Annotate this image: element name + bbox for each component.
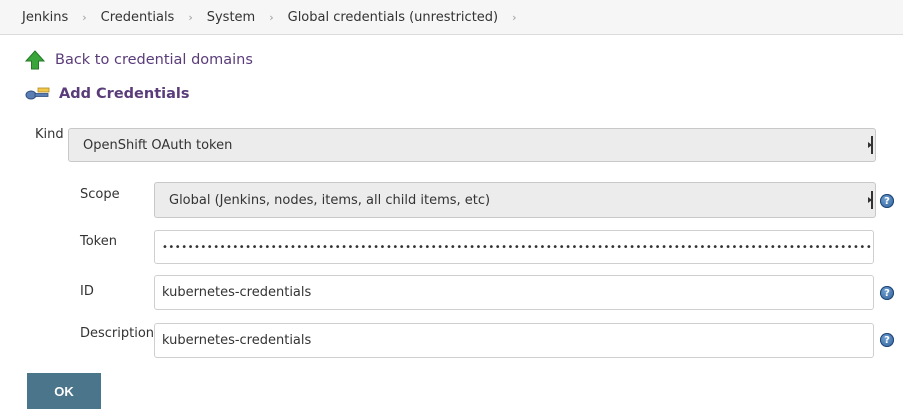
token-label: Token (80, 234, 117, 249)
id-value: kubernetes-credentials (162, 285, 312, 300)
breadcrumb: Jenkins › Credentials › System › Global … (0, 0, 903, 35)
id-label: ID (80, 284, 94, 299)
breadcrumb-item-jenkins[interactable]: Jenkins › (22, 10, 101, 25)
breadcrumb-item-global-credentials[interactable]: Global credentials (unrestricted) › (288, 10, 531, 25)
dropdown-caret-icon (868, 136, 873, 154)
add-credentials-title: Add Credentials (59, 86, 190, 102)
add-credentials-heading: Add Credentials (25, 86, 189, 102)
breadcrumb-item-credentials[interactable]: Credentials › (101, 10, 207, 25)
id-input[interactable]: kubernetes-credentials (154, 275, 874, 310)
key-icon (25, 87, 50, 100)
breadcrumb-separator-icon: › (512, 10, 517, 24)
back-to-credential-domains-link[interactable]: Back to credential domains (25, 50, 253, 70)
scope-label: Scope (80, 187, 120, 202)
breadcrumb-label[interactable]: Jenkins (22, 10, 68, 25)
breadcrumb-separator-icon: › (82, 10, 87, 24)
breadcrumb-label[interactable]: Credentials (101, 10, 175, 25)
breadcrumb-label[interactable]: System (207, 10, 255, 25)
token-value: ••••••••••••••••••••••••••••••••••••••••… (162, 241, 873, 253)
description-input[interactable]: kubernetes-credentials (154, 323, 874, 358)
up-arrow-icon (25, 50, 45, 70)
breadcrumb-separator-icon: › (269, 10, 274, 24)
token-password-input[interactable]: ••••••••••••••••••••••••••••••••••••••••… (154, 230, 874, 264)
description-help-icon[interactable]: ? (880, 333, 894, 347)
description-value: kubernetes-credentials (162, 333, 312, 348)
scope-select[interactable]: Global (Jenkins, nodes, items, all child… (154, 182, 876, 218)
breadcrumb-separator-icon: › (188, 10, 193, 24)
kind-select-value: OpenShift OAuth token (83, 137, 233, 153)
breadcrumb-label[interactable]: Global credentials (unrestricted) (288, 10, 499, 25)
kind-select[interactable]: OpenShift OAuth token (68, 128, 876, 162)
scope-help-icon[interactable]: ? (880, 194, 894, 208)
dropdown-caret-icon (868, 191, 873, 209)
kind-label: Kind (35, 127, 64, 142)
scope-select-value: Global (Jenkins, nodes, items, all child… (169, 192, 491, 208)
breadcrumb-item-system[interactable]: System › (207, 10, 288, 25)
description-label: Description (80, 326, 155, 341)
id-help-icon[interactable]: ? (880, 286, 894, 300)
ok-button[interactable]: OK (27, 373, 101, 409)
back-link-label[interactable]: Back to credential domains (55, 52, 253, 68)
